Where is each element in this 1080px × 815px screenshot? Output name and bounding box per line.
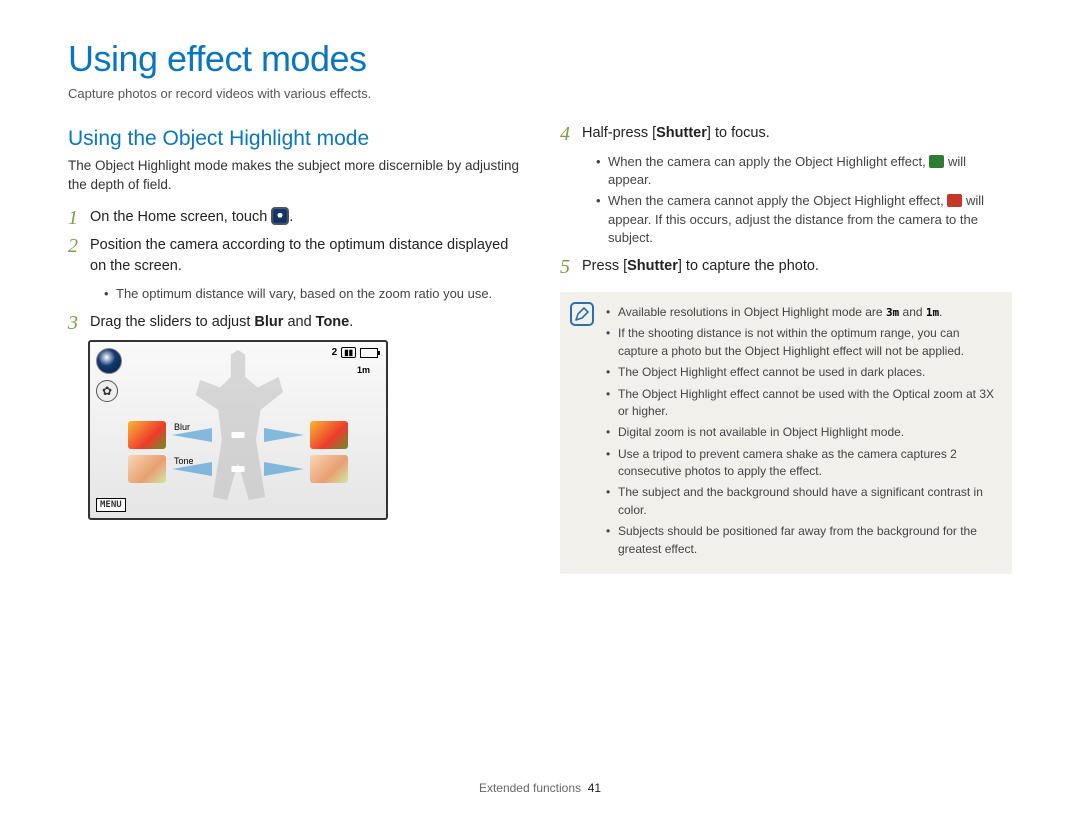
- tone-slider[interactable]: Tone: [128, 454, 348, 484]
- list-item: When the camera can apply the Object Hig…: [596, 153, 1012, 189]
- step-5: 5 Press [Shutter] to capture the photo.: [560, 256, 1012, 278]
- step-4-notes: When the camera can apply the Object Hig…: [560, 151, 1012, 256]
- list-item: Use a tripod to prevent camera shake as …: [606, 446, 998, 481]
- effect-ok-icon: [929, 155, 944, 168]
- blur-thumb-left: [128, 421, 166, 449]
- page-subtitle: Capture photos or record videos with var…: [68, 86, 1012, 101]
- list-item: When the camera cannot apply the Object …: [596, 192, 1012, 247]
- object-highlight-mode-icon: [271, 207, 289, 225]
- effect-fail-icon: [947, 194, 962, 207]
- section-desc: The Object Highlight mode makes the subj…: [68, 157, 520, 195]
- battery-icon: [360, 348, 378, 358]
- note-box: Available resolutions in Object Highligh…: [560, 292, 1012, 574]
- step-2: 2 Position the camera according to the o…: [68, 235, 520, 277]
- screen-left-icons: ✿: [96, 348, 122, 402]
- step-number: 1: [68, 207, 90, 229]
- step-2-notes: The optimum distance will vary, based on…: [68, 283, 520, 312]
- step-text: Position the camera according to the opt…: [90, 235, 520, 277]
- note-icon: [570, 302, 594, 326]
- step-text: Drag the sliders to adjust Blur and Tone…: [90, 312, 520, 333]
- page-footer: Extended functions 41: [0, 781, 1080, 795]
- blur-thumb-right: [310, 421, 348, 449]
- page-title: Using effect modes: [68, 38, 1012, 80]
- content-columns: Using the Object Highlight mode The Obje…: [68, 123, 1012, 574]
- step-1: 1 On the Home screen, touch .: [68, 207, 520, 229]
- step-text: Half-press [Shutter] to focus.: [582, 123, 1012, 144]
- list-item: Digital zoom is not available in Object …: [606, 424, 998, 441]
- resolution-1m-icon: 1m: [926, 305, 939, 321]
- tone-thumb-right: [310, 455, 348, 483]
- list-item: Available resolutions in Object Highligh…: [606, 304, 998, 321]
- step-4: 4 Half-press [Shutter] to focus.: [560, 123, 1012, 145]
- list-item: Subjects should be positioned far away f…: [606, 523, 998, 558]
- pencil-icon: [574, 306, 590, 322]
- globe-icon: ✿: [96, 380, 118, 402]
- list-item: If the shooting distance is not within t…: [606, 325, 998, 360]
- section-title: Using the Object Highlight mode: [68, 127, 520, 151]
- page-number: 41: [588, 781, 601, 795]
- step-3: 3 Drag the sliders to adjust Blur and To…: [68, 312, 520, 334]
- step-number: 3: [68, 312, 90, 334]
- shots-remaining: 2: [332, 347, 338, 358]
- resolution-3m-icon: 3m: [886, 305, 899, 321]
- slider-track[interactable]: [172, 466, 304, 472]
- mode-icon: [96, 348, 122, 374]
- screen-status-bar: 2 ▮▮ 1m: [332, 347, 378, 358]
- step-text: On the Home screen, touch .: [90, 207, 520, 228]
- list-item: The Object Highlight effect cannot be us…: [606, 386, 998, 421]
- left-column: Using the Object Highlight mode The Obje…: [68, 123, 520, 574]
- storage-icon: ▮▮: [341, 347, 356, 358]
- tone-label: Tone: [174, 456, 194, 466]
- list-item: The Object Highlight effect cannot be us…: [606, 364, 998, 381]
- blur-slider[interactable]: Blur: [128, 420, 348, 450]
- camera-screen-preview: ✿ 2 ▮▮ 1m Blur Tone: [88, 340, 388, 520]
- list-item: The optimum distance will vary, based on…: [104, 285, 520, 303]
- step-number: 2: [68, 235, 90, 257]
- tone-thumb-left: [128, 455, 166, 483]
- step-number: 4: [560, 123, 582, 145]
- resolution-indicator: 1m: [357, 365, 370, 375]
- blur-label: Blur: [174, 422, 190, 432]
- right-column: 4 Half-press [Shutter] to focus. When th…: [560, 123, 1012, 574]
- step-number: 5: [560, 256, 582, 278]
- step-text: Press [Shutter] to capture the photo.: [582, 256, 1012, 277]
- menu-button[interactable]: MENU: [96, 498, 126, 512]
- list-item: The subject and the background should ha…: [606, 484, 998, 519]
- slider-track[interactable]: [172, 432, 304, 438]
- manual-page: Using effect modes Capture photos or rec…: [0, 0, 1080, 815]
- footer-section: Extended functions: [479, 781, 581, 795]
